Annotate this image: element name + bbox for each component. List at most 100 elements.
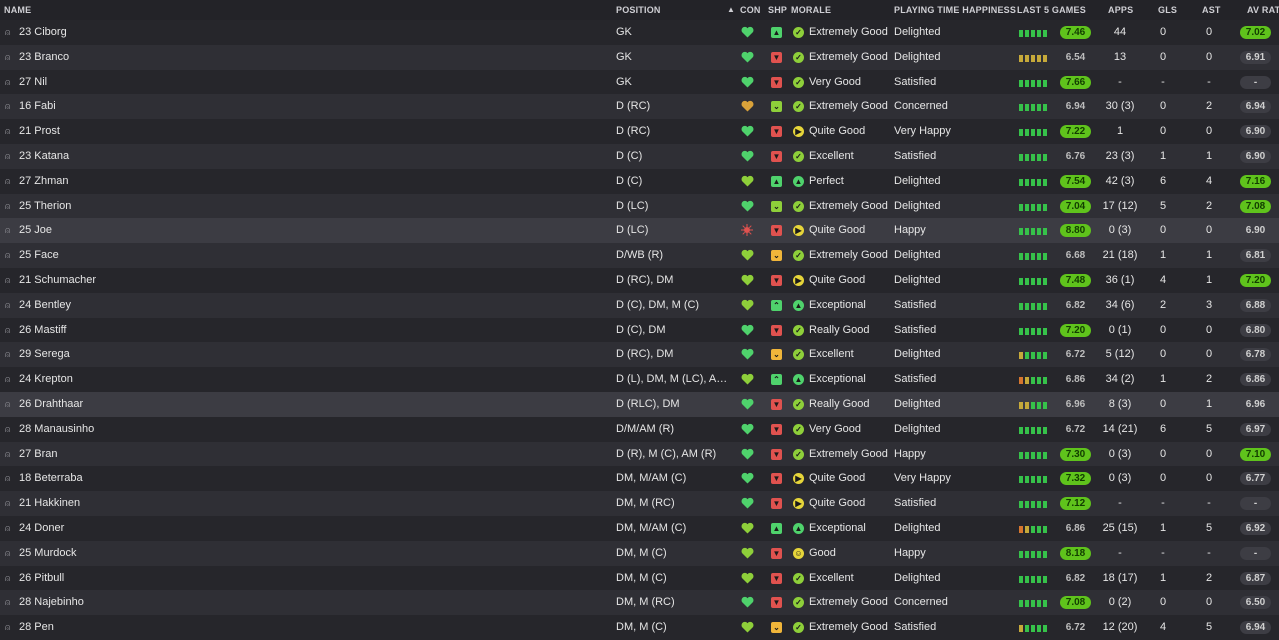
table-row[interactable]: ⍝ 25 Murdock DM, M (C) ▼ ☺ Good Happy 8.18 - - - -	[0, 540, 1279, 566]
table-row[interactable]: ⍝ 26 Drahthaar D (RLC), DM ▼ ✓ Really Good Del…	[0, 391, 1279, 417]
table-row[interactable]: ⍝ 28 Manausinho D/M/AM (R) ▼ ✓ Very Good Delig…	[0, 416, 1279, 442]
col-playing-time[interactable]: PLAYING TIME HAPPINESS	[894, 5, 1016, 15]
col-con[interactable]: CON	[740, 5, 761, 15]
table-row[interactable]: ⍝ 26 Pitbull DM, M (C) ▼ ✓ Excellent Delighted…	[0, 565, 1279, 591]
player-name[interactable]: 16 Fabi	[19, 94, 56, 119]
table-row[interactable]: ⍝ 21 Schumacher D (RC), DM ▼ ▶ Quite Good Deli…	[0, 267, 1279, 293]
average-rating-badge: -	[1240, 546, 1271, 560]
table-row[interactable]: ⍝ 23 Ciborg GK ▲ ✓ Extremely Good Delighted 7.4…	[0, 20, 1279, 45]
table-row[interactable]: ⍝ 24 Krepton D (L), DM, M (LC), AM (... ⌃ ▲ E…	[0, 367, 1279, 392]
form-bar	[1025, 501, 1029, 509]
form-bar	[1037, 352, 1041, 360]
form-bar	[1025, 550, 1029, 558]
player-name[interactable]: 28 Pen	[19, 615, 54, 640]
player-name[interactable]: 25 Face	[19, 243, 59, 268]
player-name[interactable]: 28 Najebinho	[19, 590, 84, 615]
col-morale[interactable]: MORALE	[791, 5, 831, 15]
form-bar	[1037, 501, 1041, 509]
player-name[interactable]: 26 Pitbull	[19, 566, 64, 591]
morale-arrow-icon: ▶	[793, 126, 804, 138]
table-row[interactable]: ⍝ 26 Mastiff D (C), DM ▼ ✓ Really Good Satisfi…	[0, 317, 1279, 343]
table-row[interactable]: ⍝ 24 Doner DM, M/AM (C) ▲ ▲ Exceptional Deligh…	[0, 515, 1279, 541]
playing-time-text: Happy	[894, 224, 926, 237]
form-bar	[1037, 550, 1041, 558]
player-name[interactable]: 23 Ciborg	[19, 20, 67, 45]
form-bar	[1043, 600, 1047, 608]
player-position: DM, M (C)	[616, 571, 667, 584]
player-name[interactable]: 27 Nil	[19, 70, 47, 95]
person-icon: ⍝	[5, 398, 11, 409]
player-name[interactable]: 18 Beterraba	[19, 466, 83, 491]
table-row[interactable]: ⍝ 23 Branco GK ▼ ✓ Extremely Good Delighted 6.5…	[0, 44, 1279, 70]
player-name[interactable]: 25 Murdock	[19, 541, 76, 566]
player-name[interactable]: 24 Doner	[19, 516, 64, 541]
average-rating-badge: 6.90	[1240, 149, 1271, 163]
table-row[interactable]: ⍝ 18 Beterraba DM, M/AM (C) ▼ ▶ Quite Good Ver…	[0, 466, 1279, 492]
col-ast[interactable]: AST	[1202, 5, 1221, 15]
player-name[interactable]: 24 Bentley	[19, 293, 71, 318]
player-position: D (L), DM, M (LC), AM (...	[616, 373, 734, 386]
form-bar	[1025, 352, 1029, 360]
player-name[interactable]: 23 Branco	[19, 45, 69, 70]
player-name[interactable]: 23 Katana	[19, 144, 69, 169]
player-name[interactable]: 25 Joe	[19, 218, 52, 243]
goals-value: 1	[1159, 571, 1167, 584]
player-name[interactable]: 28 Manausinho	[19, 417, 94, 442]
person-icon: ⍝	[5, 473, 11, 484]
form-bar	[1037, 426, 1041, 434]
form-bar	[1037, 302, 1041, 310]
col-name[interactable]: NAME	[4, 5, 31, 15]
table-row[interactable]: ⍝ 28 Najebinho DM, M (RC) ▼ ✓ Extremely Good C…	[0, 590, 1279, 616]
average-rating-badge: 6.88	[1240, 298, 1271, 312]
form-bar	[1031, 501, 1035, 509]
form-bar	[1025, 600, 1029, 608]
table-row[interactable]: ⍝ 27 Bran D (R), M (C), AM (R) ▼ ✓ Extremely …	[0, 441, 1279, 467]
form-bar	[1031, 277, 1035, 285]
table-row[interactable]: ⍝ 27 Nil GK ▼ ✓ Very Good Satisfied 7.66 - - - -	[0, 69, 1279, 95]
table-row[interactable]: ⍝ 21 Hakkinen DM, M (RC) ▼ ▶ Quite Good Satisf…	[0, 491, 1279, 516]
player-name[interactable]: 25 Therion	[19, 194, 71, 219]
morale-arrow-icon: ▶	[793, 274, 804, 286]
player-name[interactable]: 26 Drahthaar	[19, 392, 83, 417]
form-bar	[1025, 104, 1029, 112]
person-icon: ⍝	[5, 126, 11, 137]
col-shp[interactable]: SHP	[768, 5, 787, 15]
col-apps[interactable]: APPS	[1108, 5, 1133, 15]
col-position[interactable]: POSITION	[616, 5, 661, 15]
table-row[interactable]: ⍝ 16 Fabi D (RC) ⌄ ✓ Extremely Good Concerned 6…	[0, 94, 1279, 120]
goals-value: 4	[1159, 273, 1167, 286]
player-name[interactable]: 21 Schumacher	[19, 268, 96, 293]
table-row[interactable]: ⍝ 25 Therion D (LC) ⌄ ✓ Extremely Good Delight…	[0, 193, 1279, 219]
table-row[interactable]: ⍝ 23 Katana D (C) ▼ ✓ Excellent Satisfied 6.76 2…	[0, 143, 1279, 169]
table-row[interactable]: ⍝ 27 Zhman D (C) ▲ ▲ Perfect Delighted 7.54 42 (…	[0, 168, 1279, 194]
player-name[interactable]: 26 Mastiff	[19, 318, 67, 343]
morale-text: Extremely Good	[809, 621, 888, 634]
person-icon: ⍝	[5, 150, 11, 161]
col-av-rat[interactable]: AV RAT	[1247, 5, 1279, 15]
average-rating-badge: 6.90	[1240, 125, 1271, 139]
form-bar	[1025, 451, 1029, 459]
sort-asc-icon[interactable]: ▲	[727, 5, 735, 14]
form-bar	[1043, 525, 1047, 533]
table-row[interactable]: ⍝ 28 Pen DM, M (C) ⌄ ✓ Extremely Good Satisfie…	[0, 615, 1279, 640]
table-row[interactable]: ⍝ 25 Joe D (LC) ▼ ▶ Quite Good Happy 8.80 0 (3) 0…	[0, 218, 1279, 244]
morale-text: Really Good	[809, 397, 870, 410]
player-name[interactable]: 21 Prost	[19, 119, 60, 144]
player-position: DM, M/AM (C)	[616, 472, 687, 485]
player-name[interactable]: 21 Hakkinen	[19, 491, 80, 516]
col-gls[interactable]: GLS	[1158, 5, 1177, 15]
player-name[interactable]: 27 Bran	[19, 442, 58, 467]
last5-rating-badge: 7.30	[1060, 447, 1091, 461]
goals-value: -	[1161, 75, 1165, 88]
player-name[interactable]: 27 Zhman	[19, 169, 69, 194]
table-row[interactable]: ⍝ 21 Prost D (RC) ▼ ▶ Quite Good Very Happy 7.2…	[0, 119, 1279, 144]
table-row[interactable]: ⍝ 24 Bentley D (C), DM, M (C) ⌃ ▲ Exceptional…	[0, 292, 1279, 318]
player-name[interactable]: 24 Krepton	[19, 367, 73, 392]
col-last5[interactable]: LAST 5 GAMES	[1017, 5, 1086, 15]
table-row[interactable]: ⍝ 25 Face D/WB (R) ⌄ ✓ Extremely Good Delighte…	[0, 243, 1279, 268]
player-name[interactable]: 29 Serega	[19, 342, 70, 367]
squad-table: NAME POSITION ▲ CON SHP MORALE PLAYING T…	[0, 0, 1279, 640]
assists-value: 1	[1205, 149, 1213, 162]
playing-time-text: Satisfied	[894, 323, 937, 336]
table-row[interactable]: ⍝ 29 Serega D (RC), DM ⌄ ✓ Excellent Delighted…	[0, 342, 1279, 368]
